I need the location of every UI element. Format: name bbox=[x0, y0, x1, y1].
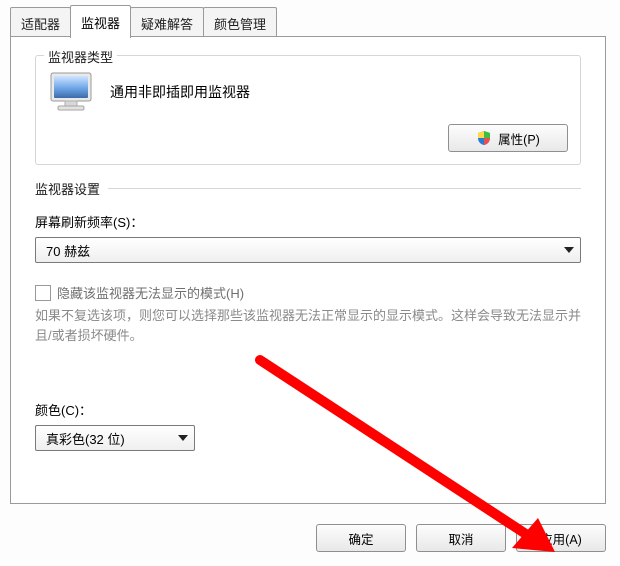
cancel-button-label: 取消 bbox=[448, 529, 473, 548]
ok-button[interactable]: 确定 bbox=[316, 524, 406, 552]
uac-shield-icon bbox=[476, 130, 492, 146]
properties-button[interactable]: 属性(P) bbox=[448, 124, 568, 152]
color-depth-dropdown[interactable]: 真彩色(32 位) bbox=[35, 425, 195, 451]
tab-monitor[interactable]: 监视器 bbox=[70, 5, 131, 38]
tab-strip: 适配器 监视器 疑难解答 颜色管理 bbox=[10, 7, 276, 37]
cancel-button[interactable]: 取消 bbox=[416, 524, 506, 552]
dialog-button-bar: 确定 取消 应用(A) bbox=[316, 524, 606, 552]
properties-button-row: 属性(P) bbox=[46, 120, 570, 154]
refresh-rate-value: 70 赫兹 bbox=[46, 241, 90, 260]
group-title-monitor-type: 监视器类型 bbox=[44, 47, 117, 66]
dialog-window: 适配器 监视器 疑难解答 颜色管理 监视器类型 bbox=[0, 0, 620, 566]
monitor-icon bbox=[48, 70, 96, 114]
color-depth-value: 真彩色(32 位) bbox=[46, 429, 125, 448]
refresh-rate-dropdown[interactable]: 70 赫兹 bbox=[35, 237, 581, 263]
tab-color-management[interactable]: 颜色管理 bbox=[203, 7, 277, 38]
group-title-monitor-settings: 监视器设置 bbox=[35, 179, 581, 198]
refresh-rate-label: 屏幕刷新频率(S)： bbox=[35, 212, 581, 231]
hide-modes-label: 隐藏该监视器无法显示的模式(H) bbox=[57, 283, 244, 302]
group-monitor-type: 监视器类型 bbox=[35, 55, 581, 165]
hide-modes-checkbox-row[interactable]: 隐藏该监视器无法显示的模式(H) bbox=[35, 283, 581, 302]
monitor-row: 通用非即插即用监视器 bbox=[46, 64, 570, 120]
ok-button-label: 确定 bbox=[348, 529, 373, 548]
apply-button[interactable]: 应用(A) bbox=[516, 524, 606, 552]
monitor-name-label: 通用非即插即用监视器 bbox=[110, 82, 250, 102]
tab-panel-monitor: 监视器类型 bbox=[10, 36, 606, 504]
chevron-down-icon bbox=[564, 247, 574, 253]
apply-button-label: 应用(A) bbox=[540, 529, 582, 548]
color-depth-label: 颜色(C)： bbox=[35, 400, 581, 419]
tab-troubleshoot[interactable]: 疑难解答 bbox=[130, 7, 204, 38]
chevron-down-icon bbox=[178, 435, 188, 441]
hide-modes-helper-text: 如果不复选该项，则您可以选择那些该监视器无法正常显示的显示模式。这样会导致无法显… bbox=[35, 306, 581, 346]
tab-adapter[interactable]: 适配器 bbox=[10, 7, 71, 38]
group-title-monitor-settings-text: 监视器设置 bbox=[35, 179, 100, 198]
properties-button-label: 属性(P) bbox=[498, 129, 540, 148]
hide-modes-checkbox[interactable] bbox=[35, 285, 51, 301]
